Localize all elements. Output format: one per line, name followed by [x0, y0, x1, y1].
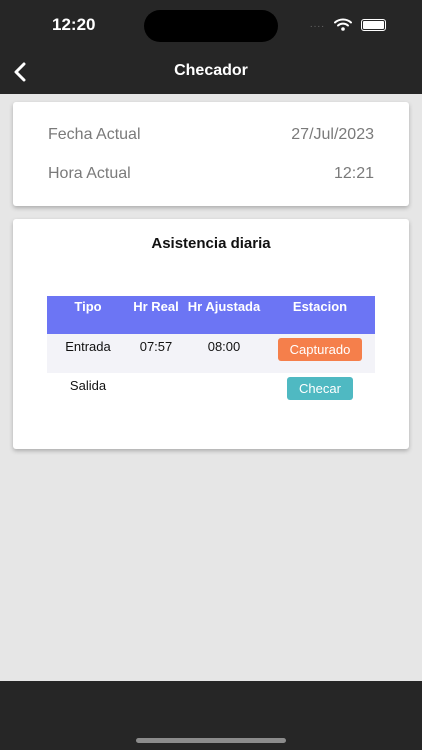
daily-attendance-card: Asistencia diaria Tipo Hr Real Hr Ajusta…	[13, 219, 409, 449]
table-row: Entrada 07:57 08:00 Capturado	[47, 334, 375, 373]
current-date-label: Fecha Actual	[48, 126, 141, 143]
current-time-value: 12:21	[333, 165, 374, 182]
checar-button[interactable]: Checar	[287, 377, 353, 400]
header-estacion: Estacion	[292, 299, 348, 314]
nav-bar: Checador	[0, 50, 422, 94]
battery-level	[363, 20, 384, 29]
cell-estacion: Capturado	[265, 334, 375, 373]
capturado-button[interactable]: Capturado	[277, 338, 363, 361]
current-time-label: Hora Actual	[48, 165, 131, 182]
table-row: Salida Checar	[47, 373, 375, 412]
cell-hr-ajustada	[183, 373, 265, 412]
dynamic-island	[144, 10, 278, 42]
signal-dots-icon: ....	[309, 19, 325, 30]
header-hr-real: Hr Real	[133, 299, 179, 314]
attendance-table: Tipo Hr Real Hr Ajustada Estacion Entrad…	[47, 296, 375, 412]
cell-hr-real	[129, 373, 183, 412]
cell-tipo: Entrada	[65, 339, 111, 354]
cell-hr-real: 07:57	[139, 339, 173, 354]
cell-estacion: Checar	[265, 373, 375, 412]
attendance-title: Asistencia diaria	[151, 235, 271, 252]
wifi-icon	[334, 18, 352, 31]
page-title: Checador	[174, 62, 248, 79]
current-time-row: Hora Actual 12:21	[48, 165, 374, 183]
home-indicator[interactable]	[136, 738, 286, 743]
status-time: 12:20	[52, 15, 96, 34]
header-tipo: Tipo	[74, 299, 102, 314]
cell-hr-ajustada: 08:00	[207, 339, 241, 354]
bottom-bar	[0, 681, 422, 750]
cell-tipo: Salida	[69, 378, 107, 393]
current-date-row: Fecha Actual 27/Jul/2023	[48, 126, 374, 144]
status-bar: 12:20 ....	[0, 0, 422, 50]
table-header: Tipo Hr Real Hr Ajustada Estacion	[47, 296, 375, 334]
status-icons: ....	[310, 18, 386, 31]
date-time-card: Fecha Actual 27/Jul/2023 Hora Actual 12:…	[13, 102, 409, 206]
current-date-value: 27/Jul/2023	[291, 126, 374, 143]
battery-icon	[361, 18, 386, 31]
header-hr-ajustada: Hr Ajustada	[187, 299, 261, 314]
